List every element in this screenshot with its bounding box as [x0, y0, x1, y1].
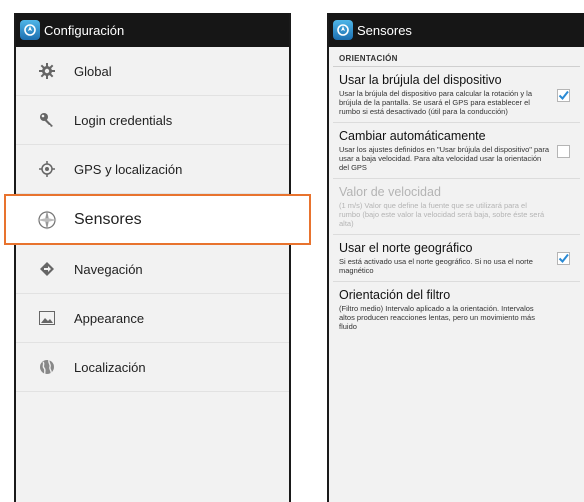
menu-item-global[interactable]: Global — [16, 47, 289, 96]
app-icon[interactable] — [20, 20, 40, 40]
crosshair-icon — [35, 157, 59, 181]
menu-item-label: Login credentials — [74, 112, 173, 128]
pref-summary: (Filtro medio) Intervalo aplicado a la o… — [339, 304, 535, 331]
pref-summary: Usar los ajustes definidos en "Usar brúj… — [339, 145, 550, 172]
menu-item-login-credentials[interactable]: Login credentials — [16, 96, 289, 145]
pref-title: Orientación del filtro — [339, 288, 451, 302]
checkbox[interactable] — [557, 144, 570, 158]
pref-usar-brujula[interactable]: Usar la brújula del dispositivo Usar la … — [333, 67, 580, 123]
menu-item-sensores[interactable]: Sensores — [4, 194, 311, 245]
configuracion-screen: Configuración Global Login credentials G… — [4, 13, 311, 502]
pref-orientacion-filtro[interactable]: Orientación del filtro (Filtro medio) In… — [333, 282, 580, 337]
action-bar: Sensores — [329, 13, 584, 47]
menu-item-navegacion[interactable]: Navegación — [16, 245, 289, 294]
page-title: Sensores — [357, 22, 412, 38]
menu-item-localizacion[interactable]: Localización — [16, 343, 289, 392]
settings-list: Global Login credentials GPS y localizac… — [4, 47, 311, 502]
key-icon — [35, 108, 59, 132]
pref-summary: (1 m/s) Valor que define la fuente que s… — [339, 201, 545, 228]
page-title: Configuración — [44, 22, 125, 38]
menu-item-label: Navegación — [74, 261, 143, 277]
pref-title: Usar el norte geográfico — [339, 241, 473, 255]
section-header: ORIENTACIÓN — [333, 47, 580, 67]
menu-item-label: Localización — [74, 359, 146, 375]
menu-item-label: Appearance — [74, 310, 145, 326]
sensores-screen: Sensores ORIENTACIÓN Usar la brújula del… — [327, 13, 584, 502]
preferences-list: ORIENTACIÓN Usar la brújula del disposit… — [329, 47, 584, 502]
checkbox[interactable] — [557, 88, 570, 102]
compass-icon — [35, 208, 59, 232]
pref-summary: Si está activado usa el norte geográfico… — [339, 257, 533, 275]
picture-icon — [35, 306, 59, 330]
gear-icon — [35, 59, 59, 83]
app-icon[interactable] — [333, 20, 353, 40]
globe-icon — [35, 355, 59, 379]
pref-valor-velocidad: Valor de velocidad (1 m/s) Valor que def… — [333, 179, 580, 235]
action-bar: Configuración — [16, 13, 289, 47]
menu-item-label: Global — [74, 63, 112, 79]
direction-icon — [35, 257, 59, 281]
pref-cambiar-automaticamente[interactable]: Cambiar automáticamente Usar los ajustes… — [333, 123, 580, 179]
menu-item-appearance[interactable]: Appearance — [16, 294, 289, 343]
pref-title: Cambiar automáticamente — [339, 129, 486, 143]
pref-summary: Usar la brújula del dispositivo para cal… — [339, 89, 533, 116]
menu-item-gps[interactable]: GPS y localización — [16, 145, 289, 194]
pref-title: Valor de velocidad — [339, 185, 441, 199]
menu-item-label: GPS y localización — [74, 161, 183, 177]
pref-title: Usar la brújula del dispositivo — [339, 73, 502, 87]
menu-item-label: Sensores — [74, 210, 142, 228]
checkbox[interactable] — [557, 252, 570, 265]
pref-norte-geografico[interactable]: Usar el norte geográfico Si está activad… — [333, 235, 580, 282]
